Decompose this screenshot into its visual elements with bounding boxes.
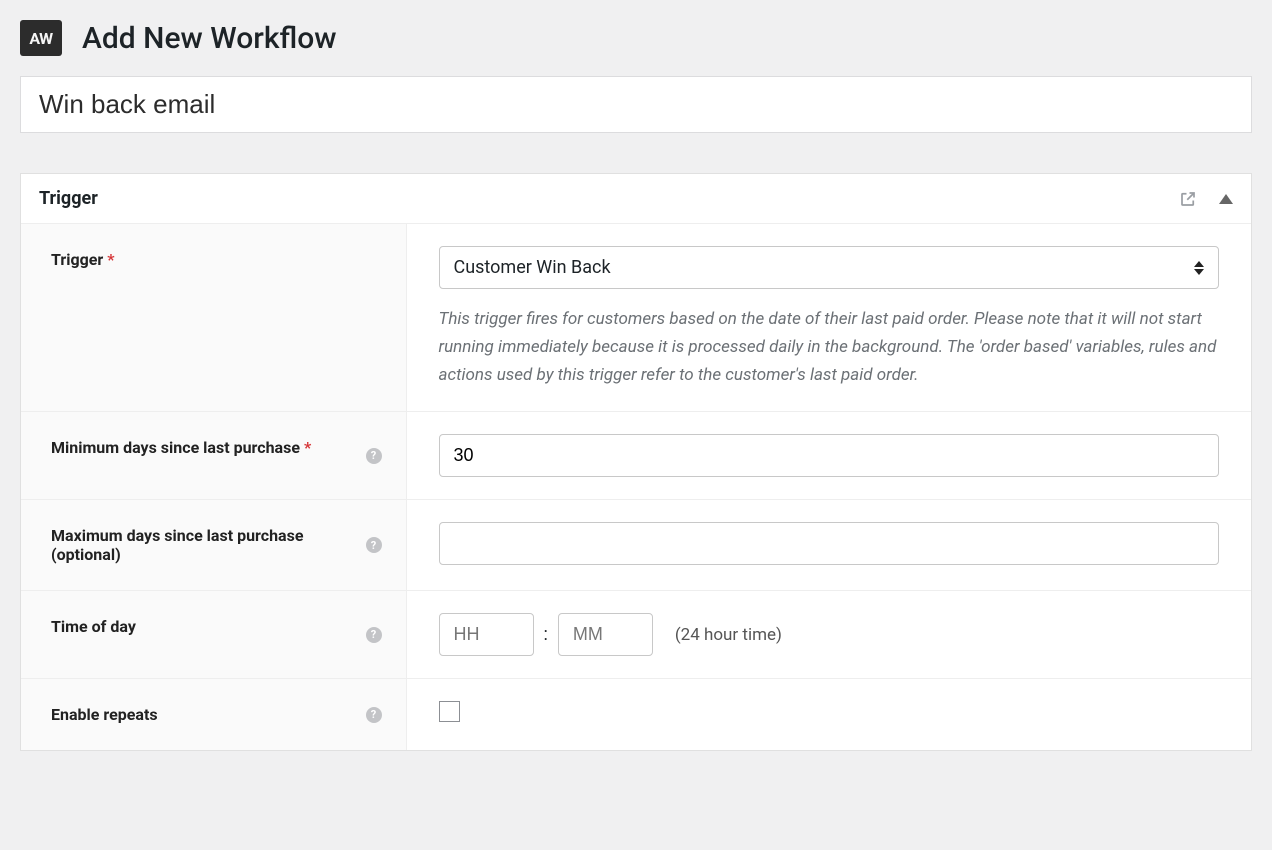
- trigger-metabox: Trigger Trigger * Customer Win Back: [20, 173, 1252, 751]
- time-of-day-label-cell: Time of day ?: [21, 591, 406, 679]
- workflow-title-input[interactable]: [20, 76, 1252, 133]
- time-of-day-row: : (24 hour time): [439, 613, 1220, 656]
- metabox-title: Trigger: [39, 188, 1179, 209]
- time-of-day-label: Time of day: [51, 617, 136, 636]
- help-icon[interactable]: ?: [366, 627, 382, 643]
- max-days-input[interactable]: [439, 522, 1220, 565]
- enable-repeats-label: Enable repeats: [51, 705, 158, 724]
- trigger-description: This trigger fires for customers based o…: [439, 305, 1220, 389]
- trigger-form: Trigger * Customer Win Back This trigger…: [21, 224, 1251, 750]
- trigger-select-value: Customer Win Back: [454, 257, 1195, 278]
- external-link-icon[interactable]: [1179, 190, 1197, 208]
- help-icon[interactable]: ?: [366, 707, 382, 723]
- min-days-input[interactable]: [439, 434, 1220, 477]
- min-days-label: Minimum days since last purchase: [51, 438, 300, 457]
- time-hint: (24 hour time): [675, 625, 782, 645]
- enable-repeats-checkbox[interactable]: [439, 701, 460, 722]
- time-minute-input[interactable]: [558, 613, 653, 656]
- max-days-label-cell: Maximum days since last purchase (option…: [21, 500, 406, 591]
- select-arrows-icon: [1194, 261, 1204, 275]
- enable-repeats-label-cell: Enable repeats ?: [21, 679, 406, 751]
- page-header: AW Add New Workflow: [20, 20, 1252, 56]
- collapse-toggle-icon[interactable]: [1219, 194, 1233, 204]
- metabox-header: Trigger: [21, 174, 1251, 224]
- trigger-select[interactable]: Customer Win Back: [439, 246, 1220, 289]
- trigger-label: Trigger: [51, 250, 103, 269]
- help-icon[interactable]: ?: [366, 537, 382, 553]
- time-hour-input[interactable]: [439, 613, 534, 656]
- required-indicator: *: [107, 250, 114, 269]
- help-icon[interactable]: ?: [366, 448, 382, 464]
- max-days-label: Maximum days since last purchase (option…: [51, 526, 303, 564]
- page-title: Add New Workflow: [82, 21, 337, 56]
- min-days-label-cell: Minimum days since last purchase * ?: [21, 412, 406, 500]
- time-colon: :: [544, 624, 548, 645]
- metabox-icons: [1179, 190, 1233, 208]
- trigger-label-cell: Trigger *: [21, 224, 406, 412]
- required-indicator: *: [304, 438, 311, 457]
- aw-logo: AW: [20, 20, 62, 56]
